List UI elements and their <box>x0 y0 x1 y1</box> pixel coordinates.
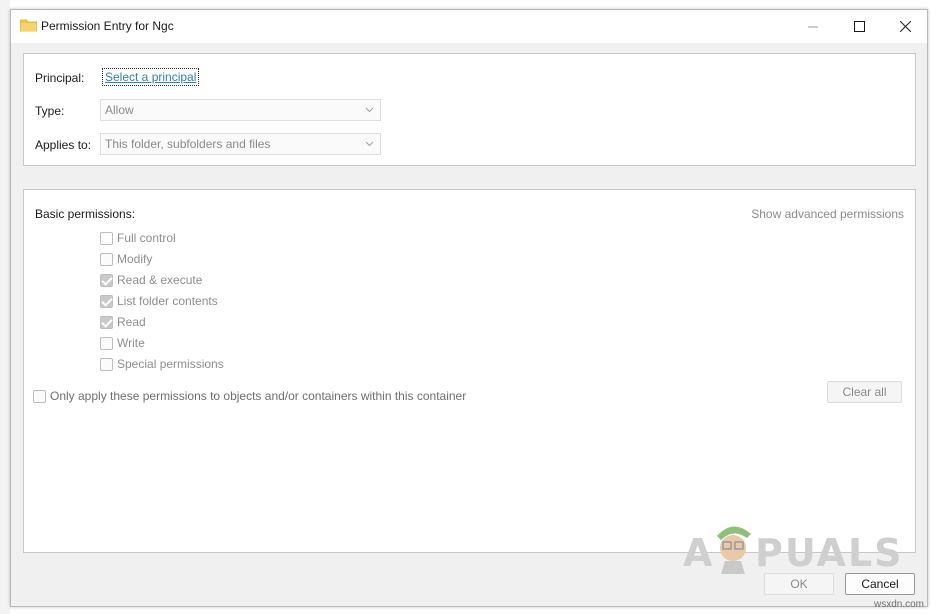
maximize-button[interactable] <box>836 10 882 43</box>
watermark-right: PUALS <box>755 531 904 575</box>
chevron-down-icon <box>365 141 374 147</box>
cancel-button[interactable]: Cancel <box>845 573 915 595</box>
applies-to-select-value: This folder, subfolders and files <box>105 137 271 151</box>
permission-label: Special permissions <box>117 357 224 371</box>
principal-label: Principal: <box>35 71 85 85</box>
applies-to-label: Applies to: <box>35 138 92 152</box>
only-apply-checkbox[interactable] <box>33 389 46 403</box>
permission-row[interactable]: Read <box>100 315 146 329</box>
minimize-button[interactable] <box>790 10 836 43</box>
principal-panel: Principal: Select a principal Type: Allo… <box>23 53 916 166</box>
permission-row[interactable]: Full control <box>100 231 176 245</box>
only-apply-label: Only apply these permissions to objects … <box>50 389 467 403</box>
mascot-icon <box>717 526 751 574</box>
permission-entry-window: Permission Entry for Ngc Principal: Sele… <box>10 9 928 607</box>
permission-label: List folder contents <box>117 294 218 308</box>
permission-checkbox[interactable] <box>100 336 113 350</box>
ok-button[interactable]: OK <box>764 573 834 595</box>
minimize-icon <box>807 26 818 28</box>
permission-label: Read & execute <box>117 273 203 287</box>
permission-label: Write <box>117 336 145 350</box>
permissions-panel: Basic permissions: Show advanced permiss… <box>23 189 916 553</box>
type-select-value: Allow <box>105 103 134 117</box>
type-select[interactable]: Allow <box>100 99 381 121</box>
source-tag: wsxdn.com <box>874 599 925 610</box>
permission-row[interactable]: Write <box>100 336 145 350</box>
permission-label: Full control <box>117 231 176 245</box>
permission-row[interactable]: Read & execute <box>100 273 202 287</box>
basic-permissions-heading: Basic permissions: <box>35 207 136 221</box>
type-label: Type: <box>35 104 65 118</box>
applies-to-select[interactable]: This folder, subfolders and files <box>100 133 381 155</box>
permission-checkbox[interactable] <box>100 315 113 329</box>
title-bar: Permission Entry for Ngc <box>11 10 927 43</box>
show-advanced-permissions-link[interactable]: Show advanced permissions <box>751 207 904 221</box>
permission-checkbox[interactable] <box>100 252 113 266</box>
permission-row[interactable]: List folder contents <box>100 294 218 308</box>
permission-checkbox[interactable] <box>100 231 113 245</box>
maximize-icon <box>853 21 865 32</box>
folder-icon <box>20 19 37 32</box>
permission-row[interactable]: Modify <box>100 252 152 266</box>
only-apply-row[interactable]: Only apply these permissions to objects … <box>33 389 466 403</box>
permission-checkbox[interactable] <box>100 273 113 287</box>
permission-label: Modify <box>117 252 153 266</box>
permission-row[interactable]: Special permissions <box>100 357 224 371</box>
close-button[interactable] <box>882 10 928 43</box>
permission-label: Read <box>117 315 146 329</box>
watermark-left: A <box>683 531 715 575</box>
chevron-down-icon <box>365 107 374 113</box>
clear-all-button[interactable]: Clear all <box>827 381 902 403</box>
window-title: Permission Entry for Ngc <box>41 19 174 33</box>
background-strip <box>0 0 10 614</box>
select-principal-link[interactable]: Select a principal <box>101 68 200 86</box>
permission-checkbox[interactable] <box>100 294 113 308</box>
close-icon <box>899 21 911 32</box>
permission-checkbox[interactable] <box>100 357 113 371</box>
